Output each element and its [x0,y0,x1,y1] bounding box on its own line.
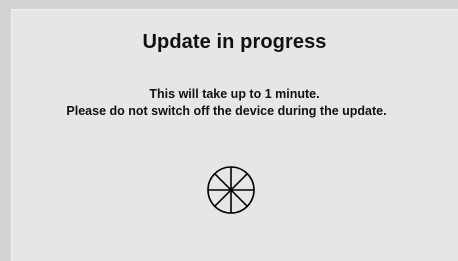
message-warning: Please do not switch off the device duri… [66,104,387,118]
message-duration: This will take up to 1 minute. [149,87,320,101]
loading-wheel-icon [207,166,255,214]
dialog-title: Update in progress [142,31,327,53]
update-dialog: Update in progress This will take up to … [11,9,458,261]
screen-background: Update in progress This will take up to … [0,0,458,261]
